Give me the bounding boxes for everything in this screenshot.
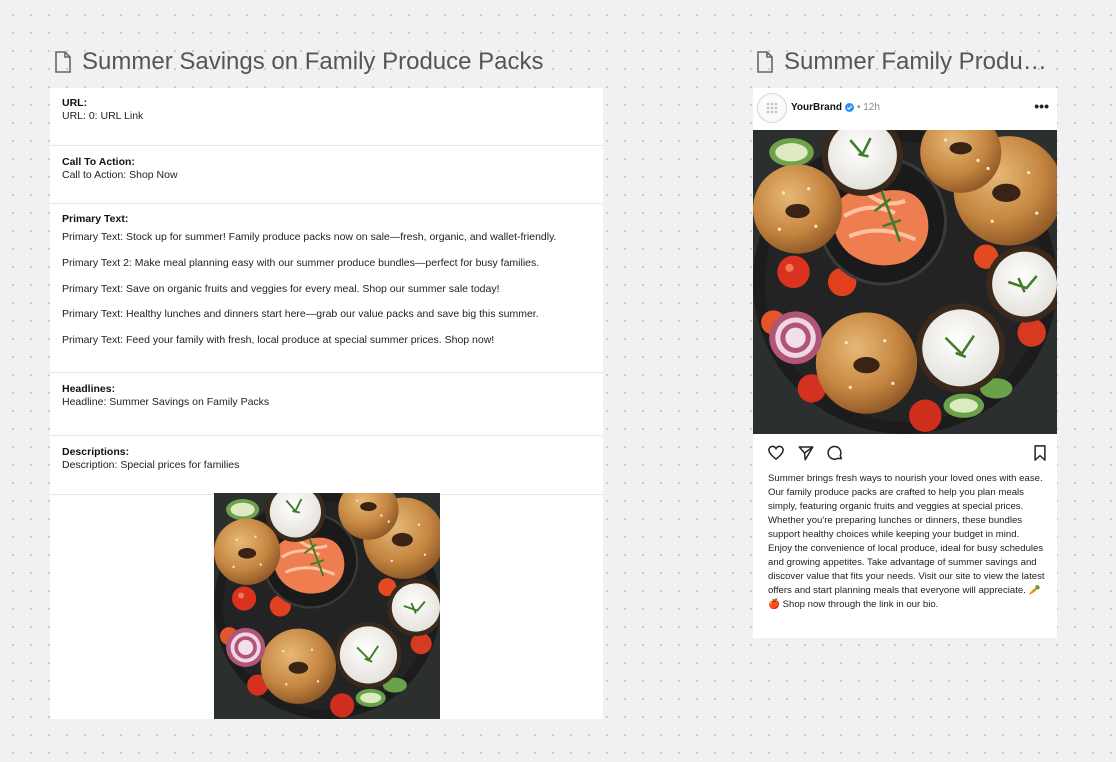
post-actions bbox=[753, 444, 1057, 466]
call-to-action-value: Call to Action: Shop Now bbox=[62, 169, 178, 181]
ad-copy-document: URL: URL: 0: URL Link Call To Action: Ca… bbox=[50, 88, 603, 719]
primary-text-line: Primary Text: Stock up for summer! Famil… bbox=[62, 231, 557, 243]
more-dots-icon[interactable]: ••• bbox=[1034, 98, 1049, 114]
call-to-action-section: Call To Action: Call to Action: Shop Now bbox=[50, 146, 603, 204]
post-time: • 12h bbox=[856, 102, 880, 113]
section-label: Call To Action: bbox=[62, 156, 135, 168]
brand-name[interactable]: YourBrand bbox=[791, 102, 842, 113]
headline-value: Headline: Summer Savings on Family Packs bbox=[62, 396, 270, 408]
send-icon[interactable] bbox=[797, 444, 815, 462]
ad-image bbox=[214, 493, 440, 719]
bookmark-icon[interactable] bbox=[1031, 444, 1049, 462]
avatar[interactable] bbox=[757, 93, 787, 123]
primary-text-line: Primary Text: Healthy lunches and dinner… bbox=[62, 308, 539, 321]
url-section: URL: URL: 0: URL Link bbox=[50, 88, 603, 146]
brand-logo-icon bbox=[766, 102, 778, 114]
primary-text-line: Primary Text: Feed your family with fres… bbox=[62, 334, 495, 347]
section-label: Headlines: bbox=[62, 383, 116, 395]
headlines-section: Headlines: Headline: Summer Savings on F… bbox=[50, 373, 603, 436]
post-header: YourBrand • 12h ••• bbox=[753, 88, 1057, 130]
frame-title-right: Summer Family Produ… bbox=[756, 48, 1056, 76]
descriptions-section: Descriptions: Description: Special price… bbox=[50, 436, 603, 495]
primary-text-line: Primary Text 2: Make meal planning easy … bbox=[62, 256, 540, 269]
frame-title-left: Summer Savings on Family Produce Packs bbox=[54, 48, 594, 76]
document-icon bbox=[55, 51, 71, 73]
description-value: Description: Special prices for families bbox=[62, 459, 240, 471]
url-value: URL: 0: URL Link bbox=[62, 110, 144, 122]
social-post-preview: YourBrand • 12h ••• Summer brings fresh … bbox=[753, 88, 1057, 638]
section-label: Descriptions: bbox=[62, 446, 130, 458]
frame-title-text: Summer Savings on Family Produce Packs bbox=[82, 48, 544, 75]
section-label: Primary Text: bbox=[62, 213, 129, 225]
section-label: URL: bbox=[62, 97, 88, 109]
heart-icon[interactable] bbox=[767, 444, 785, 462]
verified-badge-icon bbox=[844, 103, 854, 112]
post-caption: Summer brings fresh ways to nourish your… bbox=[768, 473, 1045, 610]
document-icon bbox=[757, 51, 773, 73]
frame-title-text: Summer Family Produ… bbox=[784, 48, 1047, 75]
primary-text-section: Primary Text: Primary Text: Stock up for… bbox=[50, 204, 603, 373]
post-author: YourBrand • 12h bbox=[791, 102, 880, 113]
post-image bbox=[753, 130, 1057, 434]
primary-text-line: Primary Text: Save on organic fruits and… bbox=[62, 282, 500, 295]
comment-icon[interactable] bbox=[826, 444, 844, 462]
